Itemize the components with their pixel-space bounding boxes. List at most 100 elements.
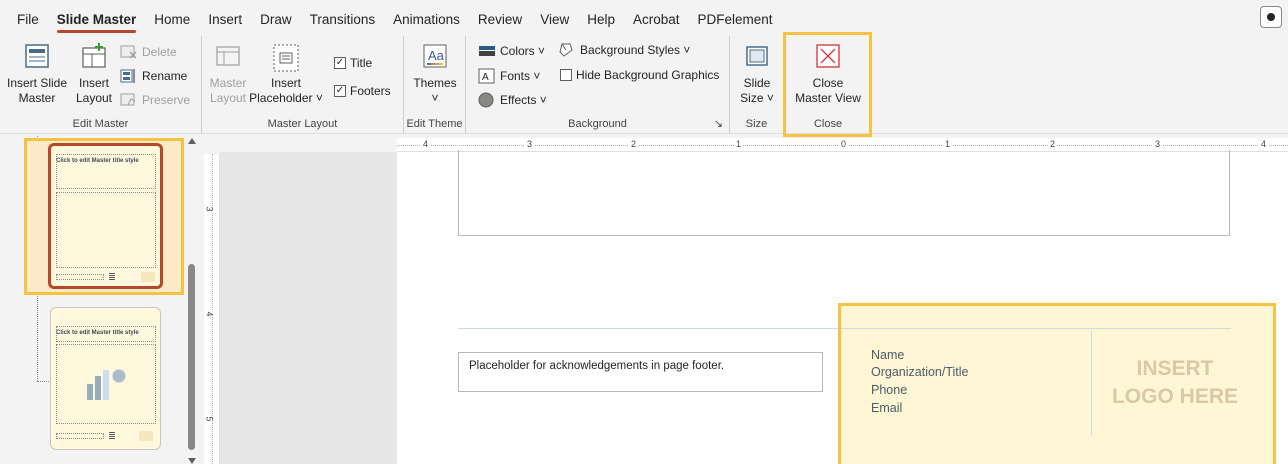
master-layout-button[interactable]: Master Layout [208,42,248,106]
hruler-num: 2 [629,139,639,149]
menu-file[interactable]: File [8,0,48,36]
effects-button[interactable]: Effects ˅ [478,92,547,108]
title-checkbox-label: Title [350,56,373,70]
thumbnail-1-footer-lines [109,273,115,281]
group-edit-master: Insert Slide Master Insert Layout Delete… [0,36,202,134]
hruler-num: 0 [839,139,849,149]
background-styles-button[interactable]: Background Styles ˅ [558,42,690,58]
background-dialog-launcher-icon[interactable]: ↘ [714,117,723,130]
insert-slide-master-label-2: Master [18,91,56,105]
hruler-num: 1 [943,139,953,149]
hruler-num: 3 [1153,139,1163,149]
scrollbar-thumb[interactable] [188,264,195,450]
thumbnail-2-footer-lines [109,432,115,440]
thumbnail-2-logo [139,431,153,441]
colors-label: Colors ˅ [500,44,546,58]
menu-acrobat[interactable]: Acrobat [624,0,689,36]
insert-slide-master-button[interactable]: Insert Slide Master [6,42,68,106]
edit-master-group-label: Edit Master [72,118,129,130]
menu-slide-master[interactable]: Slide Master [48,0,146,36]
svg-text:Aa: Aa [428,48,445,63]
fonts-button[interactable]: A Fonts ˅ [478,68,540,84]
hruler-num: 4 [421,139,431,149]
rename-button[interactable]: Rename [120,68,187,84]
insert-layout-button[interactable]: Insert Layout [72,42,116,106]
vruler-num: 4 [204,311,215,317]
footers-checkbox-label: Footers [350,84,391,98]
close-group-highlight [783,32,872,137]
menu-home[interactable]: Home [145,0,199,36]
menu-view[interactable]: View [531,0,578,36]
acknowledgements-placeholder[interactable]: Placeholder for acknowledgements in page… [458,352,823,392]
vruler-num: 3 [204,206,215,212]
edit-theme-group-label: Edit Theme [406,118,463,130]
footers-checkbox[interactable]: ✓ Footers [334,84,391,98]
footer-top-line [841,328,1231,329]
insert-placeholder-label-2: Placeholder ˅ [249,91,323,105]
canvas-background [220,152,397,464]
scroll-up-icon[interactable] [188,138,196,144]
slide-size-label-1: Slide [743,76,771,90]
thumbnail-panel: Click to edit Master title style Click t… [0,136,200,464]
menu-review[interactable]: Review [469,0,531,36]
thumbnail-slide-1[interactable]: Click to edit Master title style [48,143,163,289]
menu-pdfelement[interactable]: PDFelement [689,0,782,36]
slide-size-button[interactable]: Slide Size ˅ [736,42,778,106]
colors-icon [479,46,495,56]
master-layout-label-1: Master [209,76,247,90]
master-layout-icon [216,46,240,66]
insert-layout-icon [82,43,106,68]
contact-name: Name [871,348,905,362]
thumbnail-slide-2[interactable]: Click to edit Master title style [50,307,161,450]
thumbnail-scrollbar[interactable] [185,136,199,464]
insert-slide-master-label-1: Insert Slide [6,76,68,90]
background-styles-icon [559,43,573,57]
menu-insert[interactable]: Insert [199,0,251,36]
menu-bar: File Slide Master Home Insert Draw Trans… [0,0,1288,36]
themes-button[interactable]: Aa Themes ˅ [412,42,458,106]
title-checkbox[interactable]: ✓ Title [334,56,372,70]
ribbon: Insert Slide Master Insert Layout Delete… [0,36,1288,134]
logo-placeholder[interactable]: INSERT LOGO HERE [1110,355,1240,411]
insert-placeholder-label-1: Insert [270,76,301,90]
fonts-label: Fonts ˅ [500,69,541,83]
group-size: Slide Size ˅ Size [730,36,784,134]
effects-label: Effects ˅ [500,93,547,107]
hruler-num: 2 [1048,139,1058,149]
thumbnail-1-body-box [56,192,156,268]
delete-button[interactable]: Delete [120,44,177,60]
thumbnail-1-title-box [56,154,156,189]
record-icon [1267,13,1275,21]
menu-help[interactable]: Help [578,0,624,36]
menu-animations[interactable]: Animations [384,0,469,36]
contact-email: Email [871,401,903,415]
contact-phone: Phone [871,383,908,397]
body-placeholder[interactable] [458,150,1230,236]
thumbnail-1-footer-box [56,274,104,280]
group-edit-theme: Aa Themes ˅ Edit Theme [404,36,466,134]
footers-check-icon: ✓ [334,85,346,97]
insert-layout-label-1: Insert [78,76,109,90]
record-button[interactable] [1260,6,1282,28]
preserve-button[interactable]: Preserve [120,92,190,108]
group-background: Colors ˅ A Fonts ˅ Effects ˅ Background … [466,36,730,134]
logo-line-2: LOGO HERE [1111,385,1238,408]
footer-vertical-divider [1091,331,1092,436]
svg-text:A: A [482,72,489,83]
hruler-num: 4 [1259,139,1269,149]
delete-label: Delete [142,45,177,59]
group-master-layout: Master Layout Insert Placeholder ˅ ✓ Tit… [202,36,404,134]
master-layout-group-label: Master Layout [267,118,338,130]
scroll-down-icon[interactable] [188,458,196,464]
themes-icon: Aa [423,44,447,68]
acknowledgements-text: Placeholder for acknowledgements in page… [469,360,725,372]
themes-label: Themes [413,76,457,90]
menu-transitions[interactable]: Transitions [301,0,385,36]
hide-background-graphics-label: Hide Background Graphics [576,68,720,82]
menu-draw[interactable]: Draw [251,0,301,36]
hruler-num: 3 [525,139,535,149]
hide-background-graphics-checkbox[interactable]: Hide Background Graphics [560,68,719,82]
colors-button[interactable]: Colors ˅ [478,44,545,58]
logo-line-1: INSERT [1136,357,1214,380]
insert-placeholder-button[interactable]: Insert Placeholder ˅ [246,42,326,106]
